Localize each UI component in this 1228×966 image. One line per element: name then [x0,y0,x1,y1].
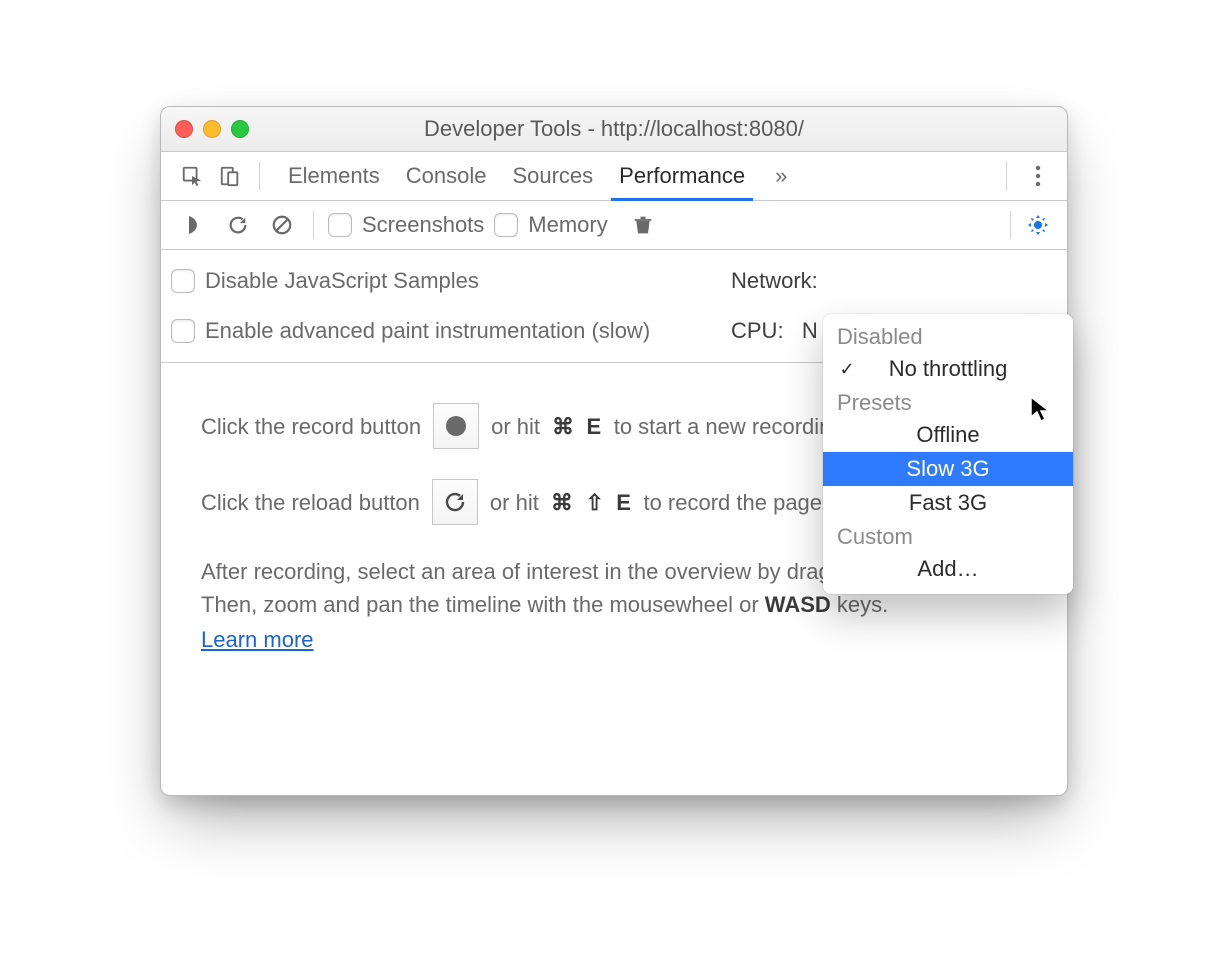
disable-js-samples-checkbox[interactable]: Disable JavaScript Samples [171,268,479,294]
dropdown-section: Disabled [823,320,1073,352]
dropdown-item-no-throttling[interactable]: ✓ No throttling [823,352,1073,386]
reload-icon[interactable] [221,208,255,242]
text: Then, zoom and pan the timeline with the… [201,592,765,617]
separator [259,162,260,190]
window-title: Developer Tools - http://localhost:8080/ [161,116,1067,142]
tab-label: Elements [288,163,380,189]
memory-checkbox[interactable]: Memory [494,212,607,238]
checkbox-icon [171,269,195,293]
separator [1010,211,1011,239]
learn-more-link[interactable]: Learn more [201,623,314,656]
key-e: E [616,486,631,519]
settings-gear-icon[interactable] [1025,208,1051,242]
dropdown-item-label: Offline [867,422,1029,448]
dropdown-item-label: Slow 3G [867,456,1029,482]
enable-paint-checkbox[interactable]: Enable advanced paint instrumentation (s… [171,318,650,344]
dropdown-item-label: No throttling [867,356,1029,382]
text: or hit [490,486,539,519]
dropdown-item-label: Fast 3G [867,490,1029,516]
cpu-value: N [802,318,818,343]
checkbox-icon [328,213,352,237]
tab-label: Performance [619,163,745,189]
text-bold: WASD [765,592,831,617]
devtools-window: Developer Tools - http://localhost:8080/… [160,106,1068,796]
dropdown-item-add[interactable]: Add… [823,552,1073,586]
device-toolbar-icon[interactable] [215,161,245,191]
tabs-row: Elements Console Sources Performance » [161,152,1067,201]
key-shift: ⇧ [585,486,604,519]
chevron-right-icon: » [775,163,787,189]
tab-sources[interactable]: Sources [512,152,593,200]
checkbox-label: Enable advanced paint instrumentation (s… [205,318,650,344]
tab-console[interactable]: Console [406,152,487,200]
checkbox-label: Memory [528,212,607,238]
dropdown-item-offline[interactable]: Offline [823,418,1073,452]
text: keys. [831,592,888,617]
titlebar: Developer Tools - http://localhost:8080/ [161,107,1067,152]
text: Click the record button [201,410,421,443]
record-icon[interactable] [177,208,211,242]
text: Click the reload button [201,486,420,519]
trash-icon[interactable] [626,208,660,242]
inspect-icon[interactable] [177,161,207,191]
key-cmd: ⌘ [551,486,574,519]
tabs: Elements Console Sources Performance [288,152,745,200]
text: to start a new recording. [614,410,850,443]
tab-performance[interactable]: Performance [619,152,745,200]
checkbox-label: Disable JavaScript Samples [205,268,479,294]
key-e: E [587,410,602,443]
kebab-menu-icon[interactable] [1021,159,1055,193]
dropdown-item-slow-3g[interactable]: Slow 3G [823,452,1073,486]
text: After recording, select an area of inter… [201,559,878,584]
checkbox-icon [494,213,518,237]
separator [313,211,314,239]
reload-button[interactable] [432,479,478,525]
settings-row: Disable JavaScript Samples Network: [171,256,1057,306]
tabs-overflow[interactable]: » [775,163,787,189]
close-window-button[interactable] [175,120,193,138]
tab-label: Sources [512,163,593,189]
minimize-window-button[interactable] [203,120,221,138]
performance-toolbar: Screenshots Memory [161,201,1067,250]
cpu-label: CPU: [731,318,784,343]
text: or hit [491,410,540,443]
cursor-icon [1029,395,1051,423]
window-controls [175,120,249,138]
tab-label: Console [406,163,487,189]
screenshots-checkbox[interactable]: Screenshots [328,212,484,238]
record-button[interactable] [433,403,479,449]
network-throttling-dropdown: Disabled ✓ No throttling Presets Offline… [823,314,1073,594]
checkbox-icon [171,319,195,343]
clear-icon[interactable] [265,208,299,242]
zoom-window-button[interactable] [231,120,249,138]
check-icon: ✓ [837,359,857,380]
network-label: Network: [731,268,818,294]
record-dot-icon [446,416,466,436]
separator [1006,162,1007,190]
dropdown-section: Custom [823,520,1073,552]
dropdown-item-label: Add… [867,556,1029,582]
key-cmd: ⌘ [552,410,575,443]
tab-elements[interactable]: Elements [288,152,380,200]
dropdown-item-fast-3g[interactable]: Fast 3G [823,486,1073,520]
checkbox-label: Screenshots [362,212,484,238]
